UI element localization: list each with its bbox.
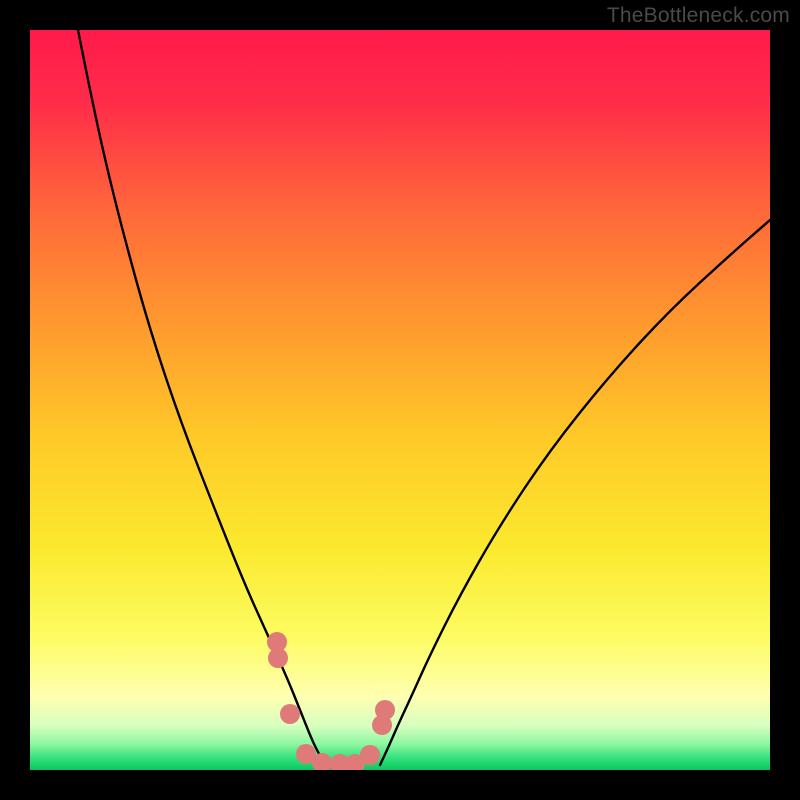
marker-dot [280,704,300,724]
left-curve [78,30,325,765]
valley-markers [267,632,395,770]
marker-dot [360,745,380,765]
marker-dot [375,700,395,720]
chart-frame: TheBottleneck.com [0,0,800,800]
marker-dot [268,648,288,668]
watermark-text: TheBottleneck.com [607,4,790,28]
curve-layer [30,30,770,770]
plot-area [30,30,770,770]
right-curve [380,220,770,765]
